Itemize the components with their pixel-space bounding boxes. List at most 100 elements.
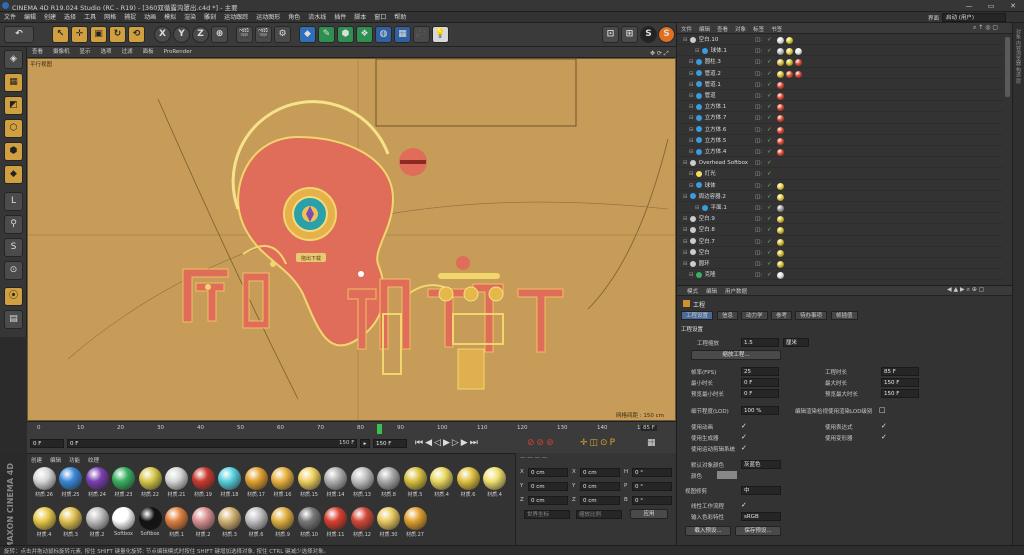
edge-mode-icon[interactable]: ⬢ <box>4 142 23 161</box>
material-swatch[interactable]: 材质.1 <box>163 507 191 541</box>
project-scale-field[interactable]: 1.5 <box>741 338 779 347</box>
viewport-menu-item[interactable]: 面板 <box>138 47 159 58</box>
floor-icon[interactable]: ▦ <box>394 26 411 43</box>
material-swatch[interactable]: 材质.18 <box>216 467 244 501</box>
attr-menu-item[interactable]: 编辑 <box>706 289 717 295</box>
material-tag[interactable] <box>777 70 784 78</box>
material-tag[interactable] <box>777 104 784 112</box>
expand-icon[interactable]: ⊟ <box>683 227 688 233</box>
material-swatch[interactable]: Softbox <box>110 507 138 541</box>
menu-item[interactable]: 选择 <box>60 12 80 23</box>
enable-check-icon[interactable]: ✓ <box>767 259 772 269</box>
light-icon[interactable]: 💡 <box>432 26 449 43</box>
material-tag[interactable] <box>777 261 784 268</box>
material-tag[interactable] <box>786 37 793 44</box>
enable-check-icon[interactable]: ✓ <box>767 192 772 202</box>
move-tool-button[interactable]: ✛ <box>71 26 88 43</box>
expand-icon[interactable]: ⊟ <box>683 239 688 245</box>
attr-tab[interactable]: 帧插值 <box>831 311 858 320</box>
material-swatch[interactable]: 材质.4 <box>428 467 456 501</box>
coord-y-field[interactable]: 0 cm <box>528 482 568 491</box>
menu-item[interactable]: 创建 <box>40 12 60 23</box>
expand-icon[interactable]: ⊟ <box>689 59 694 65</box>
visibility-toggle[interactable]: ◫: <box>755 57 762 67</box>
y-axis-button[interactable]: Y <box>173 26 190 43</box>
z-axis-button[interactable]: Z <box>192 26 209 43</box>
coord-system-dropdown[interactable]: 世界坐标 <box>524 510 570 519</box>
expand-icon[interactable]: ⊟ <box>683 250 688 256</box>
material-swatch[interactable]: 材质.30 <box>375 507 403 541</box>
visibility-toggle[interactable]: ◫: <box>755 113 762 123</box>
preview-range-slider[interactable]: ▸ <box>360 439 370 448</box>
material-tag[interactable] <box>777 272 784 280</box>
material-tag[interactable] <box>777 115 784 123</box>
menu-item[interactable]: 工具 <box>80 12 100 23</box>
enable-check-icon[interactable]: ✓ <box>767 248 772 258</box>
menu-item[interactable]: 编辑 <box>20 12 40 23</box>
material-tag[interactable] <box>786 70 793 78</box>
visibility-toggle[interactable]: ◫: <box>755 136 762 146</box>
object-row[interactable]: ⊟ 克隆 ◫: ✓ <box>677 270 1003 281</box>
enable-check-icon[interactable]: ✓ <box>767 136 772 146</box>
expand-icon[interactable]: ⊟ <box>683 216 688 222</box>
material-swatch[interactable]: 材质.6 <box>242 507 270 541</box>
visibility-toggle[interactable]: ◫: <box>755 270 762 280</box>
enable-check-icon[interactable]: ✓ <box>767 80 772 90</box>
magnet-icon[interactable]: ⦿ <box>4 287 23 306</box>
motion-system-checkbox[interactable]: ✓ <box>741 445 748 452</box>
visibility-toggle[interactable]: ◫: <box>755 259 762 269</box>
playhead[interactable] <box>377 424 382 434</box>
visibility-toggle[interactable]: ◫: <box>755 80 762 90</box>
object-row[interactable]: ⊟ 球体.1 ◫: ✓ <box>677 46 1003 57</box>
expand-icon[interactable]: ⊟ <box>695 205 700 211</box>
visibility-toggle[interactable]: ◫: <box>755 35 762 45</box>
object-row[interactable]: ⊟ Overhead Softbox ◫: ✓ <box>677 158 1003 169</box>
lod-field[interactable]: 100 % <box>741 406 779 415</box>
material-tag[interactable] <box>795 59 802 67</box>
preview-min-field[interactable]: 0 F <box>741 389 779 398</box>
material-swatch[interactable]: 材质.3 <box>216 507 244 541</box>
menu-item[interactable]: 角色 <box>284 12 304 23</box>
object-row[interactable]: ⊟ 空白.10 ◫: ✓ <box>677 35 1003 46</box>
maximize-button[interactable]: ▭ <box>980 0 1002 12</box>
object-row[interactable]: ⊟ 空白.7 ◫: ✓ <box>677 237 1003 247</box>
expand-icon[interactable]: ⊟ <box>689 93 694 99</box>
enable-check-icon[interactable]: ✓ <box>767 91 772 101</box>
close-button[interactable]: ✕ <box>1002 0 1024 12</box>
enable-check-icon[interactable]: ✓ <box>767 203 772 213</box>
material-swatch[interactable]: Softbox <box>136 507 164 541</box>
menu-item[interactable]: 模拟 <box>160 12 180 23</box>
use-deformers-checkbox[interactable]: ✓ <box>881 434 888 441</box>
visibility-toggle[interactable]: ◫: <box>755 147 762 157</box>
render-settings-button[interactable]: ⚙ <box>274 26 291 43</box>
material-swatch[interactable]: 材质.9 <box>269 507 297 541</box>
object-scrollbar[interactable] <box>1005 37 1010 97</box>
attr-tab[interactable]: 动力学 <box>741 311 768 320</box>
model-mode-icon[interactable]: ◈ <box>4 50 23 69</box>
material-tag[interactable] <box>777 182 784 190</box>
menu-item[interactable]: 流水线 <box>304 12 330 23</box>
enable-check-icon[interactable]: ✓ <box>767 69 772 79</box>
visibility-toggle[interactable]: ◫: <box>755 248 762 258</box>
object-menu-item[interactable]: 对象 <box>735 27 746 33</box>
rot-b-field[interactable]: 0 ° <box>632 496 672 505</box>
object-menu-item[interactable]: 书签 <box>771 27 782 33</box>
preview-start-field[interactable]: 0 F <box>67 439 357 448</box>
material-tag[interactable] <box>786 48 793 56</box>
solo-icon[interactable]: ⊙ <box>4 261 23 280</box>
object-row[interactable]: ⊟ 立方体.6 ◫: ✓ <box>677 125 1003 135</box>
attr-menu-item[interactable]: 模式 <box>687 289 698 295</box>
material-swatch[interactable]: 材质.11 <box>322 507 350 541</box>
viewport-menu-item[interactable]: 过滤 <box>117 47 138 58</box>
enable-check-icon[interactable]: ✓ <box>767 125 772 135</box>
record-buttons[interactable]: ⊘⊘⊚ <box>527 438 556 448</box>
render-lod-checkbox[interactable]: □ <box>879 407 886 414</box>
viewport-menu-item[interactable]: ProRender <box>159 47 197 58</box>
expand-icon[interactable]: ⊟ <box>689 115 694 121</box>
material-swatch[interactable]: 材质.12 <box>348 507 376 541</box>
coord-x-field[interactable]: 0 cm <box>528 468 568 477</box>
start-frame-field[interactable]: 0 F <box>30 439 64 448</box>
menu-item[interactable]: 捕捉 <box>120 12 140 23</box>
material-swatch[interactable]: 材质.15 <box>295 467 323 501</box>
enable-check-icon[interactable]: ✓ <box>767 169 772 179</box>
